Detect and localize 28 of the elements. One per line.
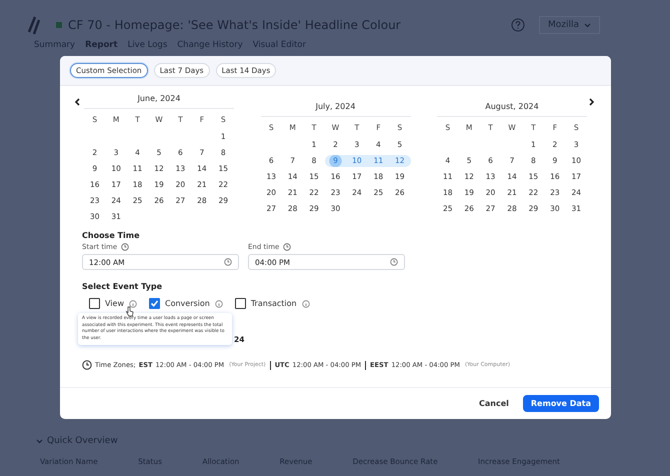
chevron-down-icon: [584, 22, 591, 28]
checkbox-label[interactable]: View: [105, 299, 124, 308]
page-title: CF 70 - Homepage: 'See What's Inside' Headline Colour: [68, 18, 401, 32]
clock-icon: [283, 243, 292, 251]
clock-icon: [82, 360, 92, 370]
month-title: July, 2024: [260, 102, 410, 117]
logo-icon: [26, 14, 42, 36]
status-square: [56, 22, 62, 28]
previous-month-icon[interactable]: [74, 98, 80, 106]
clock-icon: [121, 243, 130, 251]
remove-data-button[interactable]: Remove Data: [522, 395, 599, 412]
month-title: June, 2024: [84, 94, 234, 109]
info-icon[interactable]: [214, 300, 223, 308]
pointer-cursor-icon: [125, 306, 134, 317]
checkbox[interactable]: [234, 298, 246, 309]
checkbox[interactable]: [89, 298, 100, 309]
cancel-button[interactable]: Cancel: [473, 398, 515, 409]
info-icon[interactable]: [128, 300, 137, 308]
clock-icon: [390, 258, 398, 266]
next-month-icon[interactable]: [589, 98, 595, 106]
clock-icon: [224, 258, 232, 266]
checkbox-label[interactable]: Conversion: [164, 299, 210, 308]
section-heading: Select Event Type: [82, 282, 163, 291]
checkbox[interactable]: [148, 298, 160, 309]
checkbox-label[interactable]: Transaction: [250, 299, 297, 308]
month-title: August, 2024: [437, 102, 587, 117]
info-icon[interactable]: [302, 300, 310, 308]
section-heading: Choose Time: [82, 231, 140, 240]
